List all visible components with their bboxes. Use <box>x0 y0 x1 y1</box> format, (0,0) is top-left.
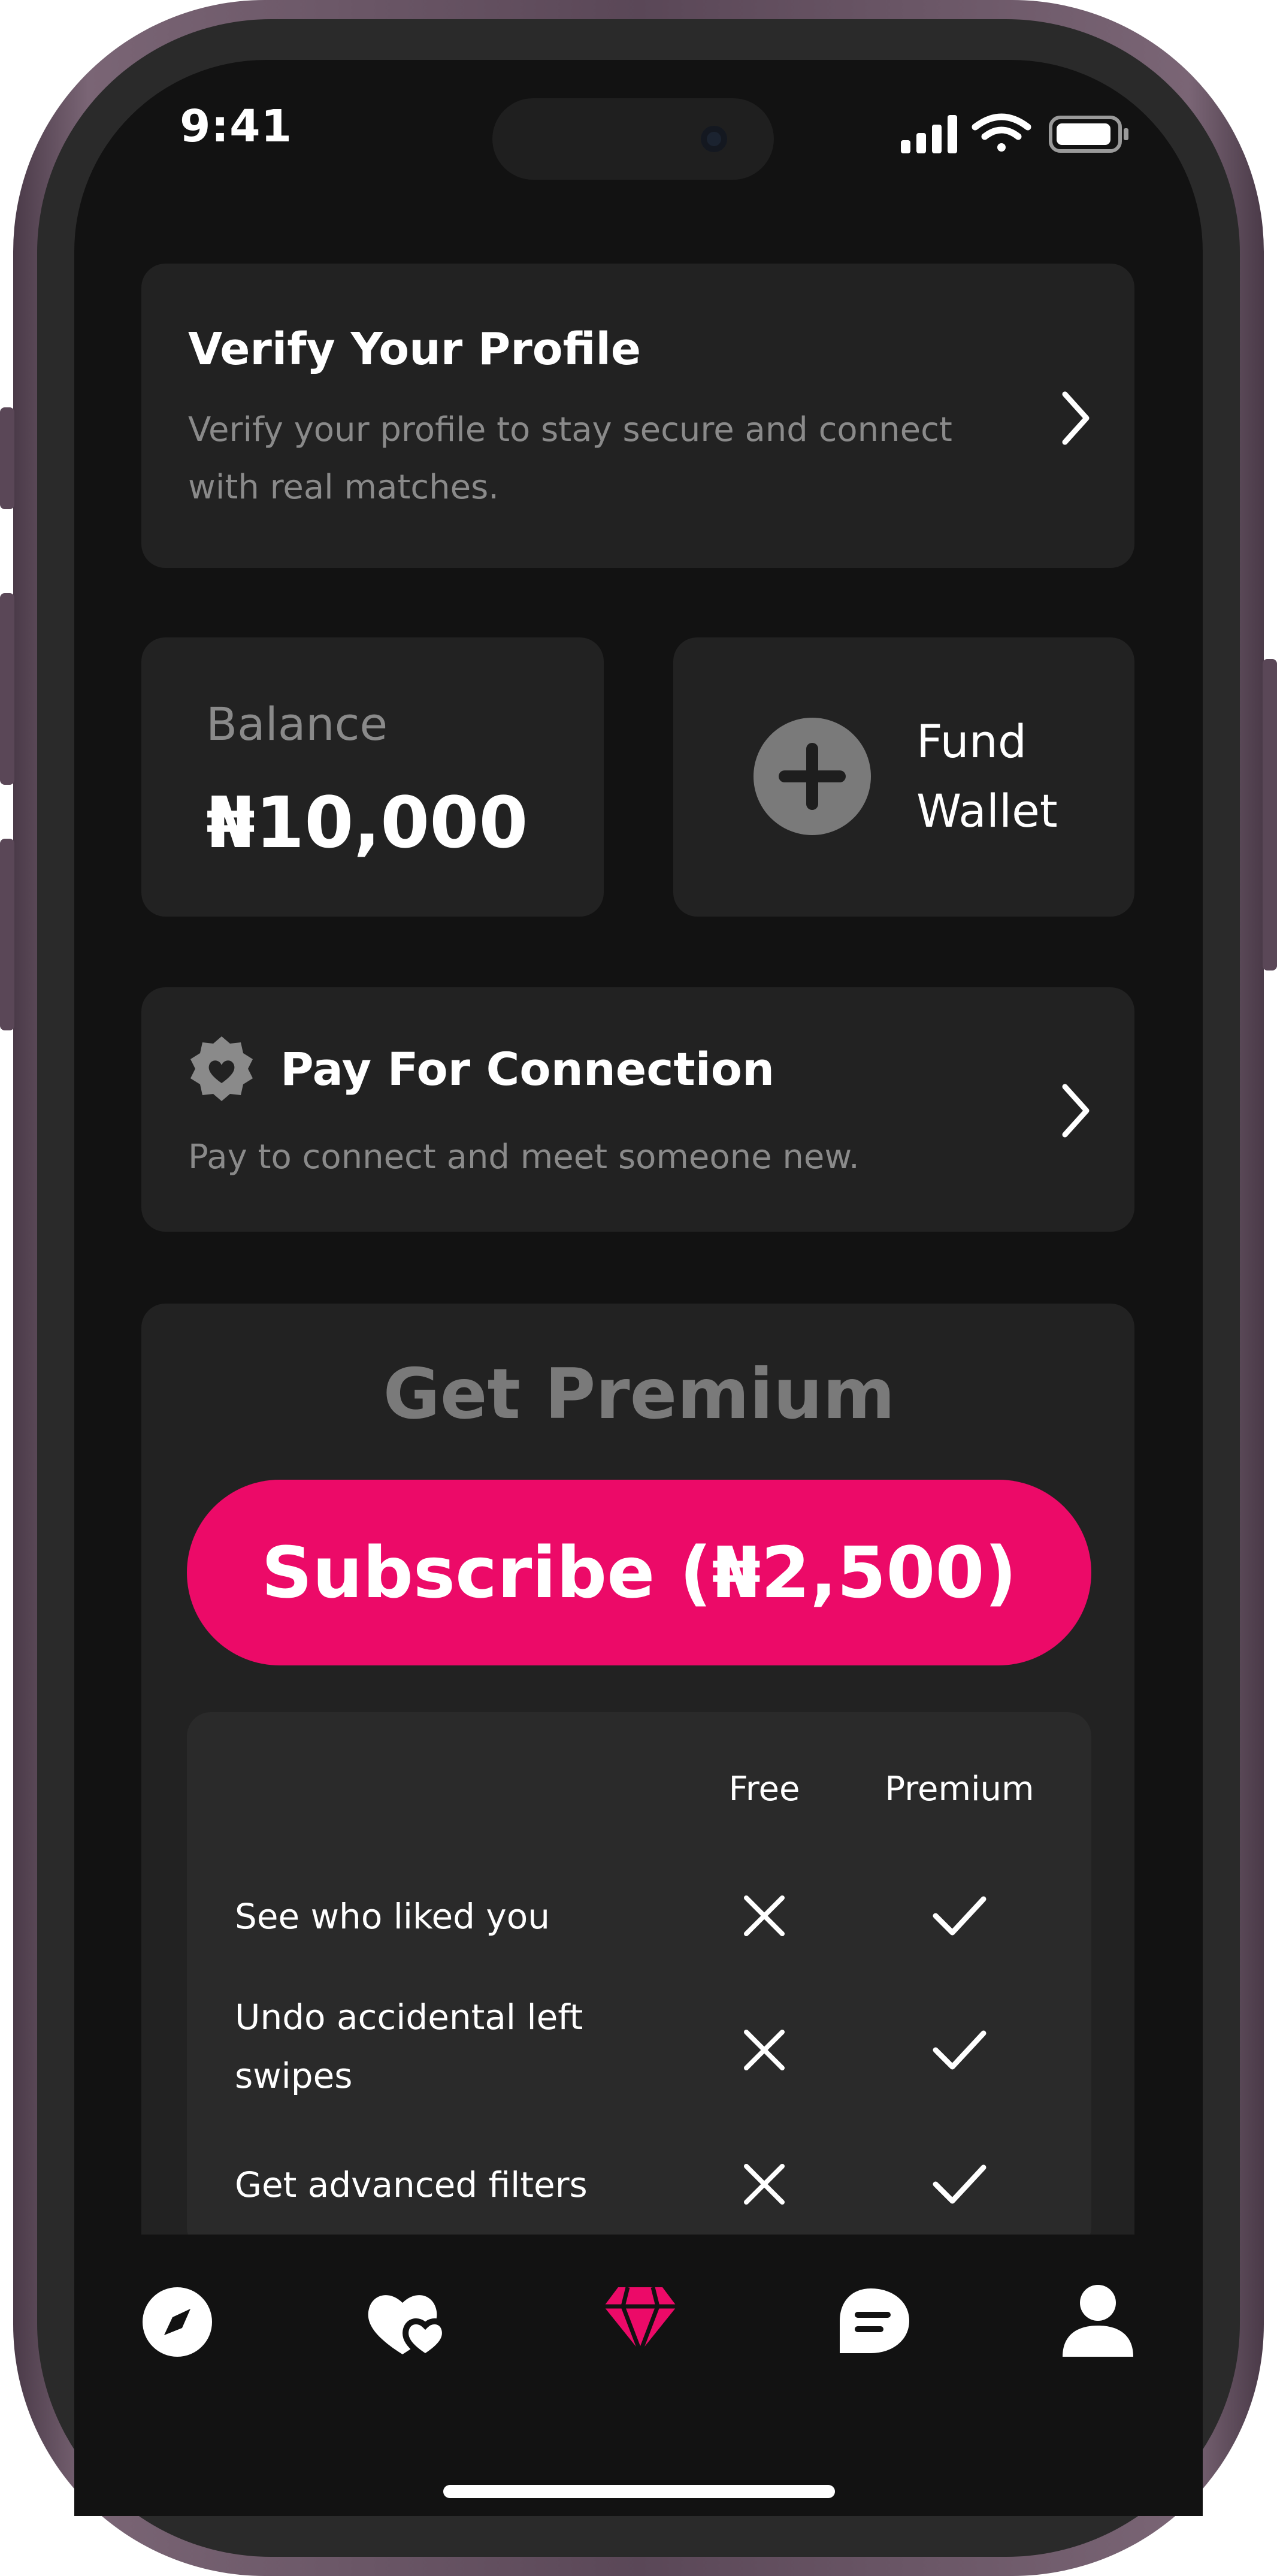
volume-up-button <box>0 593 14 785</box>
chevron-right-icon <box>1062 1084 1090 1138</box>
tab-hearts[interactable] <box>365 2282 455 2360</box>
phone-mockup: 9:41 Verify Your Profile Verify your pro… <box>0 0 1277 2576</box>
bottom-tab-bar <box>74 2235 1203 2516</box>
fund-label-line: Wallet <box>916 784 1058 837</box>
feature-label-line: Undo accidental left <box>235 1997 583 2037</box>
pay-for-connection-title: Pay For Connection <box>280 1042 775 1096</box>
signal-icon <box>901 115 957 153</box>
column-header-premium: Premium <box>885 1770 1034 1809</box>
home-indicator[interactable] <box>443 2485 835 2498</box>
cross-icon <box>744 2164 785 2205</box>
check-icon <box>933 2164 987 2204</box>
feature-label: Undo accidental left swipes <box>235 1988 606 2105</box>
verified-heart-badge-icon <box>190 1036 253 1101</box>
pay-for-connection-card[interactable]: Pay For Connection Pay to connect and me… <box>141 987 1134 1232</box>
tab-premium-diamond[interactable] <box>601 2282 679 2354</box>
fund-wallet-card[interactable]: Fund Wallet <box>673 637 1134 917</box>
verify-description-line: with real matches. <box>188 468 500 507</box>
premium-title: Get Premium <box>383 1354 895 1435</box>
status-time: 9:41 <box>180 101 293 152</box>
check-icon <box>933 1896 987 1936</box>
fund-wallet-label: Fund Wallet <box>916 707 1058 846</box>
status-icons <box>901 113 1128 153</box>
action-button <box>0 407 14 509</box>
dynamic-island <box>492 98 774 180</box>
balance-label: Balance <box>206 697 388 751</box>
verify-profile-card[interactable]: Verify Your Profile Verify your profile … <box>141 264 1134 568</box>
power-button <box>1263 659 1277 970</box>
feature-label-line: swipes <box>235 2055 353 2096</box>
fund-label-line: Fund <box>916 715 1027 768</box>
chevron-right-icon <box>1062 391 1090 445</box>
feature-comparison-table: Free Premium See who liked you Undo acci… <box>187 1712 1091 2251</box>
pay-for-connection-description: Pay to connect and meet someone new. <box>188 1138 860 1177</box>
wifi-icon <box>972 113 1031 152</box>
balance-value: ₦10,000 <box>206 781 528 864</box>
cross-icon <box>744 2030 785 2070</box>
feature-label: See who liked you <box>235 1896 550 1937</box>
cross-icon <box>744 1895 785 1936</box>
verify-description-line: Verify your profile to stay secure and c… <box>188 410 952 449</box>
verify-profile-title: Verify Your Profile <box>188 323 641 375</box>
verify-profile-description: Verify your profile to stay secure and c… <box>188 401 967 516</box>
subscribe-button[interactable]: Subscribe (₦2,500) <box>187 1480 1091 1665</box>
add-icon <box>754 718 871 835</box>
camera-icon <box>701 126 727 152</box>
volume-down-button <box>0 839 14 1030</box>
column-header-free: Free <box>728 1770 800 1809</box>
check-icon <box>933 2030 987 2070</box>
tab-profile[interactable] <box>1059 2282 1137 2360</box>
feature-label: Get advanced filters <box>235 2164 588 2205</box>
tab-compass[interactable] <box>141 2286 213 2358</box>
tab-chat[interactable] <box>835 2286 913 2358</box>
battery-icon <box>1049 116 1128 153</box>
balance-card: Balance ₦10,000 <box>141 637 604 917</box>
